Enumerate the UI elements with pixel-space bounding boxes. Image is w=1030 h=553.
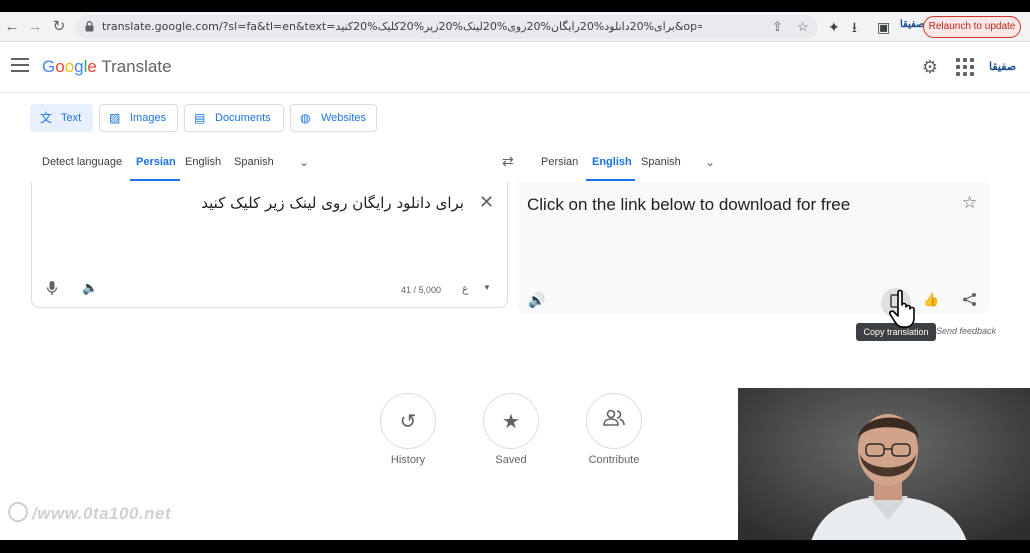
profile-chip[interactable]: صفیقا [900,19,925,30]
source-listen-icon[interactable]: 🔈 [82,280,98,296]
people-icon [587,409,641,433]
account-avatar[interactable]: صفیقا [989,60,1016,73]
history-icon: ↺ [399,411,417,433]
source-text-panel[interactable]: برای دانلود رایگان روی لینک زیر کلیک کنی… [31,182,508,308]
address-bar[interactable]: translate.google.com/?sl=fa&tl=en&text=ب… [76,15,818,39]
document-icon: ▤ [194,111,206,125]
hand-cursor-icon [889,289,915,328]
send-feedback-link[interactable]: Send feedback [936,326,996,336]
download-icon[interactable]: ⭳ [852,18,857,36]
source-lang-persian[interactable]: Persian [136,156,176,168]
browser-window: ← → ↻ translate.google.com/?sl=fa&tl=en&… [0,12,1030,540]
history-label: History [390,454,426,466]
save-translation-star-icon[interactable]: ☆ [962,193,977,213]
reload-icon[interactable]: ↻ [50,18,68,36]
input-tools-chevron-icon[interactable]: ▼ [483,283,491,292]
image-icon: ▨ [109,111,121,125]
tab-websites[interactable]: ◍ Websites [290,104,377,132]
lock-icon [85,21,94,32]
microphone-icon[interactable] [46,280,58,299]
contribute-button[interactable] [586,393,642,449]
browser-toolbar: ← → ↻ translate.google.com/?sl=fa&tl=en&… [0,12,1030,42]
character-count: 41 / 5,000 [401,285,442,295]
swap-languages-icon[interactable]: ⇄ [502,153,514,170]
target-lang-underline [586,179,635,181]
watermark: /www.0ta100.net [8,502,171,524]
source-lang-spanish[interactable]: Spanish [234,156,274,168]
tab-documents[interactable]: ▤ Documents [184,104,284,132]
star-icon: ★ [502,411,520,433]
tab-images[interactable]: ▨ Images [99,104,178,132]
target-lang-more-chevron-icon[interactable]: ⌄ [705,155,715,169]
clear-text-icon[interactable]: ✕ [479,192,494,213]
presenter-image [738,388,1030,540]
tab-text[interactable]: 文 Text [30,104,93,132]
google-apps-icon[interactable] [956,58,974,76]
source-lang-detect[interactable]: Detect language [42,156,122,168]
saved-button[interactable]: ★ [483,393,539,449]
source-textarea[interactable]: برای دانلود رایگان روی لینک زیر کلیک کنی… [201,194,464,212]
contribute-label: Contribute [588,454,640,466]
history-button[interactable]: ↺ [380,393,436,449]
globe-icon: ◍ [300,111,311,125]
extensions-icon[interactable]: ✦ [828,18,840,36]
bookmark-star-icon[interactable]: ☆ [797,19,809,35]
source-lang-underline [130,179,180,181]
target-listen-icon[interactable]: 🔊 [528,292,545,309]
main-menu-icon[interactable] [11,58,29,72]
settings-gear-icon[interactable]: ⚙ [920,57,940,77]
translate-icon: 文 [40,111,53,125]
translation-text: Click on the link below to download for … [527,195,851,214]
relaunch-button[interactable]: Relaunch to update [923,16,1021,38]
saved-label: Saved [495,454,527,466]
webcam-overlay [738,388,1030,540]
target-lang-persian[interactable]: Persian [541,156,578,168]
target-lang-spanish[interactable]: Spanish [641,156,681,168]
google-translate-logo[interactable]: Google Translate [42,57,172,77]
forward-icon[interactable]: → [26,18,44,36]
back-icon[interactable]: ← [3,18,21,36]
logo-translate-text: Translate [101,57,172,76]
source-lang-english[interactable]: English [185,156,221,168]
source-lang-more-chevron-icon[interactable]: ⌄ [299,155,309,169]
watermark-logo-icon [8,502,28,522]
rate-translation-icon[interactable]: 👍 [923,292,939,308]
input-tools-icon[interactable]: ﻉ [462,282,469,295]
target-lang-english[interactable]: English [592,156,632,168]
url-text: translate.google.com/?sl=fa&tl=en&text=ب… [102,20,702,33]
share-page-icon[interactable]: ⇪ [772,19,783,35]
side-panel-icon[interactable]: ▣ [877,18,890,36]
app-header: Google Translate ⚙ صفیقا [0,43,1030,93]
share-icon[interactable] [962,292,977,310]
